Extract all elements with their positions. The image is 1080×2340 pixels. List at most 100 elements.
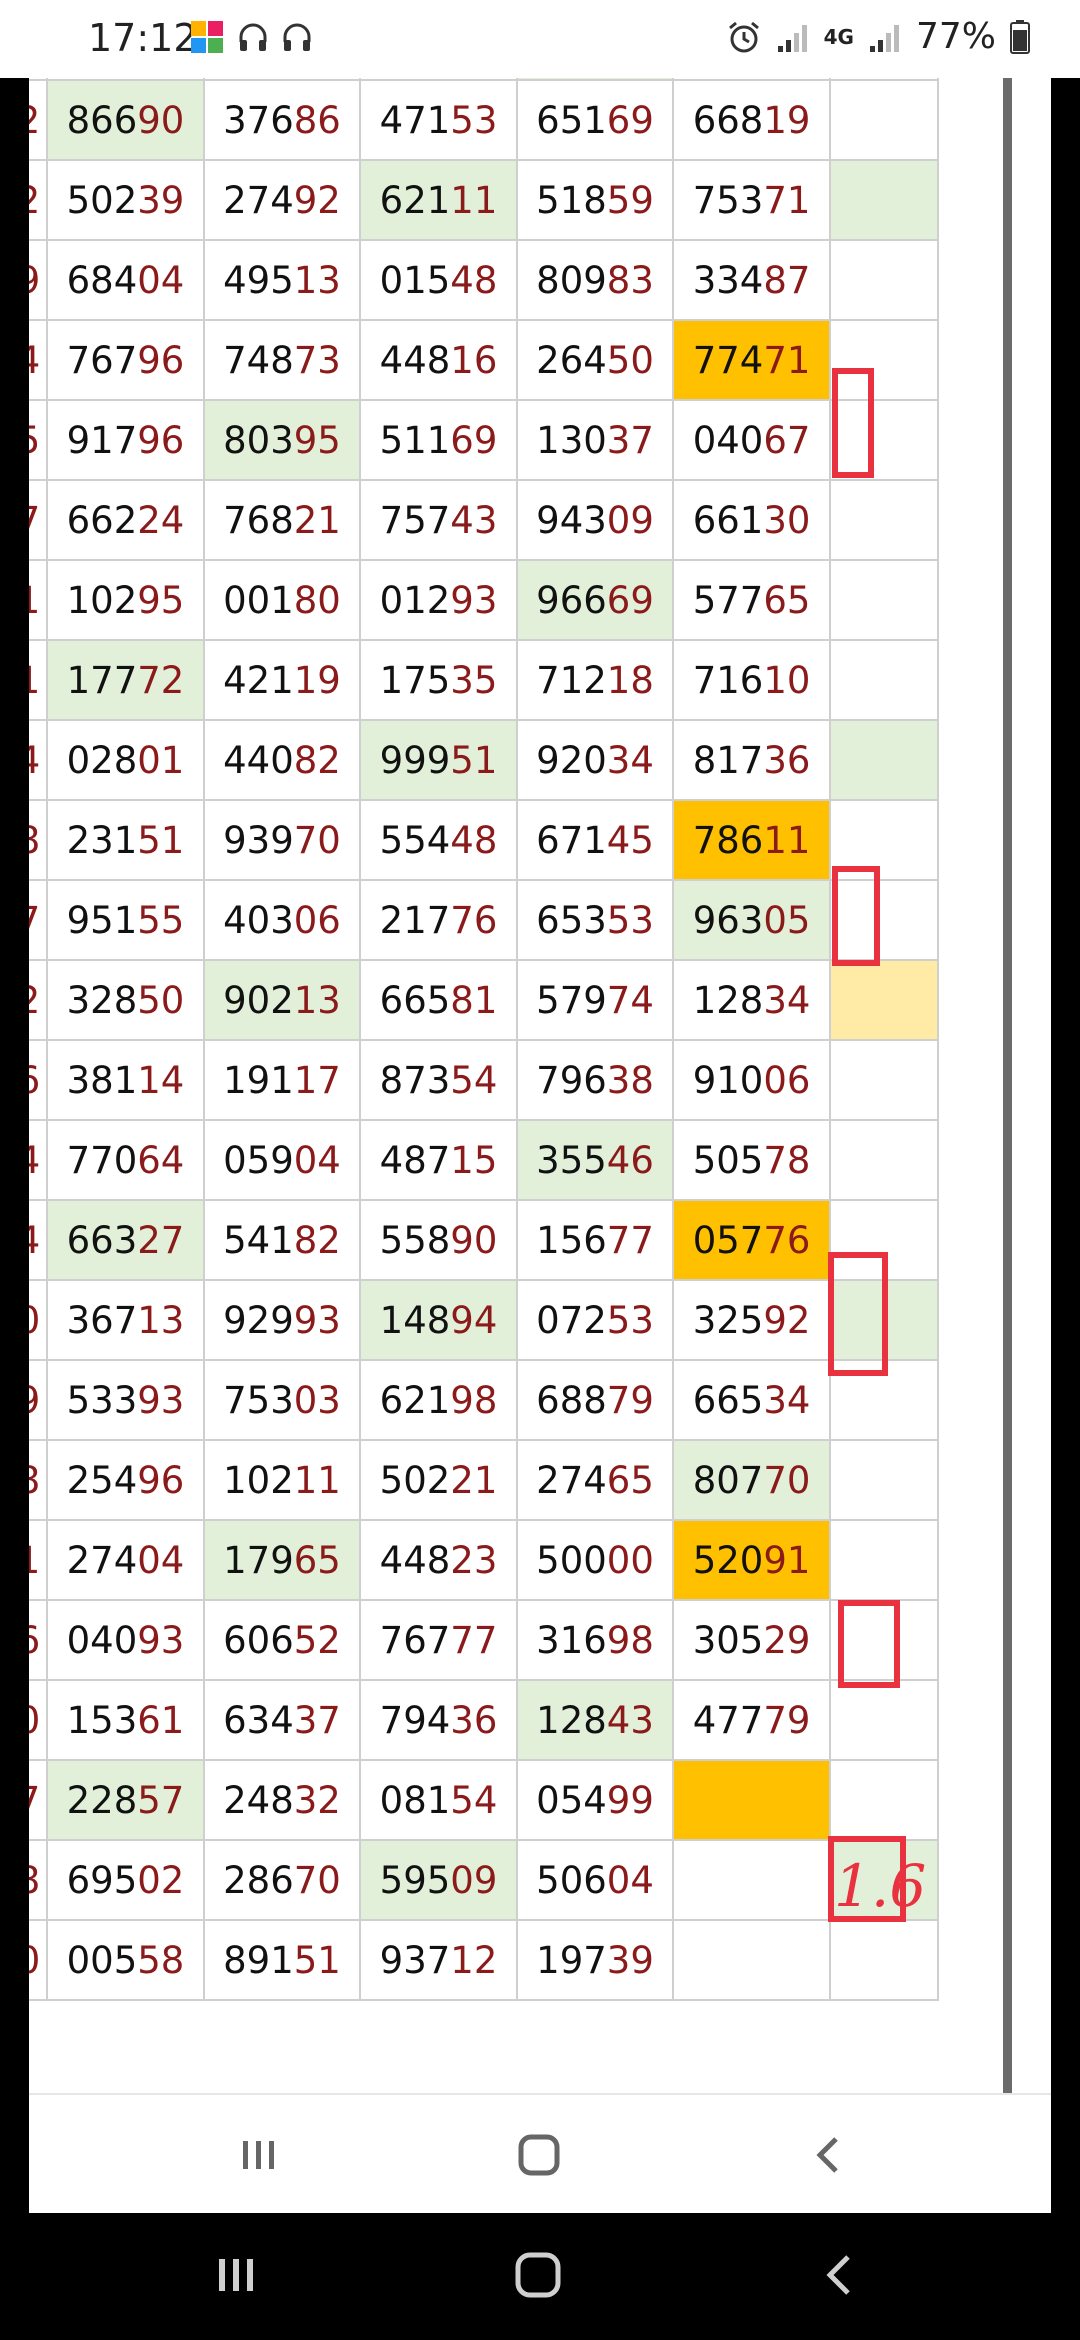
number-head-digits: 716 <box>692 658 764 702</box>
number-cell: 49513 <box>202 239 362 321</box>
number-head-digits: 179 <box>223 1538 294 1582</box>
number-head-digits: 057 <box>692 1218 764 1262</box>
trailing-cell <box>828 1759 940 1841</box>
number-cell: 21776 <box>359 879 518 961</box>
number-cell: 44082 <box>202 719 362 801</box>
number-tail-digits: 96 <box>137 338 185 382</box>
annotation-label: 1.6 <box>834 1852 927 1920</box>
number-tail-digits: 03 <box>293 1378 341 1422</box>
number-cell: 79638 <box>515 1039 675 1121</box>
row-prefix-cell: 1 <box>29 639 49 721</box>
number-head-digits: 487 <box>379 1138 451 1182</box>
row-prefix-cell: 4 <box>29 1199 49 1281</box>
number-cell: 66327 <box>46 1199 205 1281</box>
number-cell: 27465 <box>515 1439 675 1521</box>
number-cell: 50604 <box>515 1839 675 1921</box>
number-cell: 57765 <box>672 559 831 641</box>
red-marker-box <box>832 866 880 966</box>
home-icon[interactable] <box>509 2125 569 2185</box>
number-cell: 05904 <box>202 1119 362 1201</box>
number-cell: 91796 <box>46 399 205 481</box>
number-head-digits: 943 <box>536 498 607 542</box>
row-prefix-cell: 7 <box>29 1759 49 1841</box>
number-head-digits: 367 <box>66 1298 138 1342</box>
number-head-digits: 963 <box>692 898 764 942</box>
number-tail-digits: 55 <box>137 898 185 942</box>
number-cell <box>672 1759 831 1841</box>
row-prefix-cell: 9 <box>29 239 49 321</box>
number-head-digits: 081 <box>379 1778 451 1822</box>
back-icon[interactable] <box>799 2125 859 2185</box>
number-cell: 77471 <box>672 319 831 401</box>
number-tail-digits: 96 <box>137 1458 185 1502</box>
right-edge <box>1051 78 1080 2213</box>
number-tail-digits: 02 <box>137 1858 185 1902</box>
number-cell: 62198 <box>359 1359 518 1441</box>
table-row: 95339375303621986887966534 <box>29 1359 940 1441</box>
table-row: 40280144082999519203481736 <box>29 719 940 801</box>
number-tail-digits: 54 <box>450 1778 498 1822</box>
number-tail-digits: 10 <box>763 658 811 702</box>
number-tail-digits: 06 <box>293 898 341 942</box>
number-head-digits: 015 <box>379 258 451 302</box>
number-tail-digits: 93 <box>450 578 498 622</box>
number-cell: 27492 <box>202 159 362 241</box>
number-cell: 14894 <box>359 1279 518 1361</box>
number-head-digits: 248 <box>223 1778 294 1822</box>
table-row: 23285090213665815797412834 <box>29 959 940 1041</box>
battery-icon <box>1010 19 1030 54</box>
number-head-digits: 595 <box>379 1858 451 1902</box>
number-tail-digits: 43 <box>606 1698 654 1742</box>
number-tail-digits: 52 <box>293 1618 341 1662</box>
row-prefix-cell: 4 <box>29 719 49 801</box>
number-head-digits: 712 <box>536 658 607 702</box>
trailing-cell <box>828 159 940 241</box>
number-head-digits: 040 <box>692 418 764 462</box>
number-tail-digits: 34 <box>606 738 654 782</box>
number-cell: 75371 <box>672 159 831 241</box>
number-cell: 40306 <box>202 879 362 961</box>
number-tail-digits: 48 <box>450 818 498 862</box>
table-row: 11029500180012939666957765 <box>29 559 940 641</box>
trailing-cell <box>828 639 940 721</box>
number-tail-digits: 19 <box>763 98 811 142</box>
number-head-digits: 264 <box>536 338 607 382</box>
number-head-digits: 786 <box>692 818 764 862</box>
table-row: 79515540306217766535396305 <box>29 879 940 961</box>
home-icon[interactable] <box>508 2245 568 2305</box>
number-head-digits: 621 <box>379 178 451 222</box>
number-cell: 47153 <box>359 79 518 161</box>
number-cell: 25496 <box>46 1439 205 1521</box>
number-cell: 68404 <box>46 239 205 321</box>
back-icon[interactable] <box>810 2245 870 2305</box>
number-cell: 71610 <box>672 639 831 721</box>
number-cell: 52091 <box>672 1519 831 1601</box>
headphones-icon <box>239 23 267 51</box>
number-head-digits: 440 <box>223 738 294 782</box>
number-head-digits: 653 <box>536 898 607 942</box>
number-cell: 19739 <box>515 1919 675 2001</box>
number-cell: 54182 <box>202 1199 362 1281</box>
row-prefix-cell: 8 <box>29 1439 49 1521</box>
recents-icon[interactable] <box>206 2245 266 2305</box>
number-tail-digits: 04 <box>137 258 185 302</box>
number-head-digits: 767 <box>379 1618 451 1662</box>
number-cell: 95155 <box>46 879 205 961</box>
number-cell <box>672 1919 831 2001</box>
number-cell: 17772 <box>46 639 205 721</box>
recents-icon[interactable] <box>229 2125 289 2185</box>
number-tail-digits: 99 <box>606 1778 654 1822</box>
number-cell: 66581 <box>359 959 518 1041</box>
number-head-digits: 873 <box>379 1058 451 1102</box>
trailing-cell <box>828 239 940 321</box>
number-tail-digits: 01 <box>137 738 185 782</box>
vertical-scrollbar[interactable] <box>1003 78 1012 2093</box>
number-tail-digits: 36 <box>763 738 811 782</box>
number-tail-digits: 93 <box>137 1618 185 1662</box>
row-prefix-cell: 2 <box>29 959 49 1041</box>
results-table-viewport[interactable]: 8505543633503138646686724628669037686471… <box>29 0 1009 2093</box>
results-table: 8505543633503138646686724628669037686471… <box>29 0 940 2001</box>
table-row: 47679674873448162645077471 <box>29 319 940 401</box>
number-cell: 36713 <box>46 1279 205 1361</box>
number-head-digits: 286 <box>223 1858 294 1902</box>
